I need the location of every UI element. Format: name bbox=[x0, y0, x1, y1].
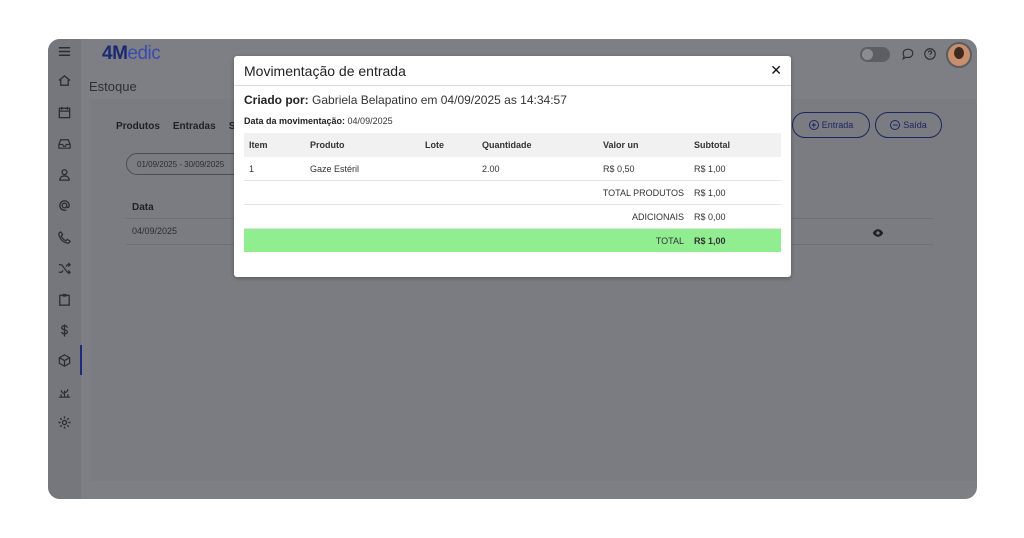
grand-total-value: R$ 1,00 bbox=[689, 228, 781, 252]
plant-icon[interactable] bbox=[56, 384, 73, 401]
column-header-quantidade: Quantidade bbox=[477, 133, 598, 157]
total-produtos-value: R$ 1,00 bbox=[689, 180, 781, 205]
shuffle-icon[interactable] bbox=[56, 260, 73, 277]
row-date: 04/09/2025 bbox=[132, 226, 178, 236]
at-icon[interactable] bbox=[56, 197, 73, 214]
created-by-label: Criado por: bbox=[244, 93, 309, 107]
movement-date-label: Data da movimentação: bbox=[244, 116, 346, 126]
entrada-button[interactable]: + Entrada bbox=[792, 112, 870, 138]
table-header-row: Item Produto Lote Quantidade Valor un Su… bbox=[244, 133, 781, 157]
home-icon[interactable] bbox=[56, 72, 73, 89]
table-row: 1 Gaze Estéril 2.00 R$ 0,50 R$ 1,00 bbox=[244, 157, 781, 181]
menu-icon[interactable] bbox=[56, 43, 73, 60]
cell-subtotal: R$ 1,00 bbox=[689, 157, 781, 181]
user-icon[interactable] bbox=[56, 166, 73, 183]
tab-produtos[interactable]: Produtos bbox=[116, 121, 160, 132]
column-header-item: Item bbox=[244, 133, 305, 157]
cell-quantidade: 2.00 bbox=[477, 157, 598, 181]
eye-icon[interactable] bbox=[872, 226, 884, 238]
grand-total-label: TOTAL bbox=[244, 228, 689, 252]
column-header-subtotal: Subtotal bbox=[689, 133, 781, 157]
saida-button-label: Saída bbox=[903, 120, 927, 130]
box-icon[interactable] bbox=[56, 352, 73, 369]
created-by: Criado por: Gabriela Belapatino em 04/09… bbox=[244, 93, 567, 107]
created-by-value: Gabriela Belapatino em 04/09/2025 as 14:… bbox=[312, 93, 567, 107]
saida-button[interactable]: − Saída bbox=[875, 112, 942, 138]
minus-circle-icon: − bbox=[890, 120, 901, 130]
cell-valor-un: R$ 0,50 bbox=[598, 157, 689, 181]
help-icon[interactable] bbox=[923, 47, 937, 61]
modal-title: Movimentação de entrada bbox=[244, 63, 406, 79]
column-header-produto: Produto bbox=[305, 133, 420, 157]
movement-date-value: 04/09/2025 bbox=[347, 116, 393, 126]
entry-movement-modal: Movimentação de entrada ✕ Criado por: Ga… bbox=[234, 56, 791, 277]
adicionais-row: ADICIONAIS R$ 0,00 bbox=[244, 204, 781, 229]
adicionais-label: ADICIONAIS bbox=[244, 204, 689, 229]
modal-divider bbox=[234, 85, 791, 86]
close-icon[interactable]: ✕ bbox=[770, 62, 782, 79]
column-header-valor-un: Valor un bbox=[598, 133, 689, 157]
cell-produto: Gaze Estéril bbox=[305, 157, 420, 181]
cell-item: 1 bbox=[244, 157, 305, 181]
total-produtos-row: TOTAL PRODUTOS R$ 1,00 bbox=[244, 180, 781, 205]
tab-entradas[interactable]: Entradas bbox=[173, 121, 216, 132]
sidebar-active-indicator bbox=[80, 345, 82, 375]
calendar-icon[interactable] bbox=[56, 104, 73, 121]
cell-lote bbox=[420, 157, 477, 181]
chat-icon[interactable] bbox=[901, 47, 915, 61]
gear-icon[interactable] bbox=[56, 414, 73, 431]
sidebar bbox=[48, 39, 82, 499]
plus-circle-icon: + bbox=[808, 120, 819, 130]
grand-total-row: TOTAL R$ 1,00 bbox=[244, 228, 781, 252]
theme-toggle[interactable] bbox=[860, 47, 890, 62]
avatar[interactable] bbox=[946, 42, 972, 68]
adicionais-value: R$ 0,00 bbox=[689, 204, 781, 229]
tab-bar: Produtos Entradas S bbox=[116, 121, 235, 132]
page-title: Estoque bbox=[89, 79, 137, 94]
movement-date: Data da movimentação: 04/09/2025 bbox=[244, 116, 393, 126]
column-header-lote: Lote bbox=[420, 133, 477, 157]
phone-icon[interactable] bbox=[56, 229, 73, 246]
clipboard-icon[interactable] bbox=[56, 291, 73, 308]
inbox-icon[interactable] bbox=[56, 135, 73, 152]
total-produtos-label: TOTAL PRODUTOS bbox=[244, 180, 689, 205]
items-table: Item Produto Lote Quantidade Valor un Su… bbox=[244, 133, 781, 252]
column-header-data: Data bbox=[132, 202, 154, 213]
app-logo: 4Medic bbox=[102, 43, 161, 64]
entrada-button-label: Entrada bbox=[821, 120, 854, 130]
dollar-icon[interactable] bbox=[56, 322, 73, 339]
